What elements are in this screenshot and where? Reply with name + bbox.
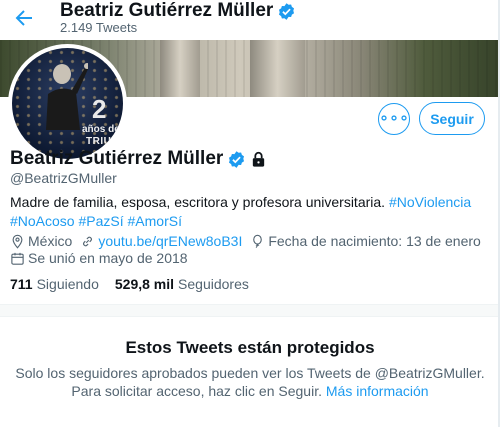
followers-label: Seguidores xyxy=(178,276,249,292)
joined-text: Se unió en mayo de 2018 xyxy=(28,250,188,266)
following-label: Siguiendo xyxy=(36,276,99,292)
more-options-icon: ∘∘∘ xyxy=(378,110,410,127)
back-arrow-icon[interactable] xyxy=(12,6,36,30)
avatar-text-line1: años de xyxy=(82,124,120,135)
bio-text: Madre de familia, esposa, escritora y pr… xyxy=(10,194,386,210)
section-divider xyxy=(0,304,500,317)
profile-bio: Madre de familia, esposa, escritora y pr… xyxy=(10,193,490,231)
profile-name: Beatriz Gutiérrez Müller xyxy=(10,148,224,169)
location-pin-icon xyxy=(12,234,23,249)
avatar-person-graphic xyxy=(46,63,88,130)
profile-url-link[interactable]: youtu.be/qrENew8oB3I xyxy=(98,233,242,249)
link-icon xyxy=(83,236,93,246)
follow-stats: 711 Siguiendo 529,8 mil Seguidores xyxy=(10,276,249,292)
avatar-image: 2 años de TRIUNF xyxy=(12,48,123,159)
location-text: México xyxy=(28,233,73,249)
more-info-link[interactable]: Más información xyxy=(326,383,429,399)
verified-badge-icon xyxy=(279,2,295,20)
banner-trunk xyxy=(160,40,200,97)
banner-trunk xyxy=(250,40,305,97)
following-count: 711 xyxy=(10,276,33,292)
follow-button-label: Seguir xyxy=(430,110,474,127)
joined-row: Se unió en mayo de 2018 xyxy=(10,250,196,266)
bio-hashtag[interactable]: #NoViolencia xyxy=(389,194,471,210)
protected-title: Estos Tweets están protegidos xyxy=(125,338,375,357)
profile-name-row: Beatriz Gutiérrez Müller xyxy=(10,148,267,170)
avatar-text-line2: TRIUNF xyxy=(86,136,123,147)
bio-hashtags[interactable]: #NoAcoso #PazSí #AmorSí xyxy=(10,213,182,229)
calendar-icon xyxy=(11,252,24,265)
birthday-text: Fecha de nacimiento: 13 de enero xyxy=(268,233,481,249)
top-bar: Beatriz Gutiérrez Müller 2.149 Tweets xyxy=(0,0,500,40)
protected-message: Solo los seguidores aprobados pueden ver… xyxy=(12,364,488,400)
header-name: Beatriz Gutiérrez Müller xyxy=(60,0,274,21)
avatar[interactable]: 2 años de TRIUNF xyxy=(8,44,127,163)
followers-stat[interactable]: 529,8 mil Seguidores xyxy=(115,276,249,292)
followers-count: 529,8 mil xyxy=(114,276,175,292)
joined-item: Se unió en mayo de 2018 xyxy=(10,250,188,266)
lock-icon xyxy=(253,151,265,167)
more-options-button[interactable]: ∘∘∘ xyxy=(378,103,410,135)
avatar-number: 2 xyxy=(92,94,107,124)
tweet-count: 2.149 Tweets xyxy=(60,20,138,35)
verified-badge-icon xyxy=(229,150,245,168)
profile-handle: @BeatrizGMuller xyxy=(10,170,117,186)
url-item: youtu.be/qrENew8oB3I xyxy=(80,233,242,249)
balloon-icon xyxy=(253,234,263,248)
birthday-item: Fecha de nacimiento: 13 de enero xyxy=(250,233,481,249)
following-stat[interactable]: 711 Siguiendo xyxy=(10,276,99,292)
profile-meta-row: México youtu.be/qrENew8oB3I Fecha de nac… xyxy=(10,233,489,249)
follow-button[interactable]: Seguir xyxy=(419,102,485,135)
header-name-row: Beatriz Gutiérrez Müller xyxy=(60,0,296,22)
location-item: México xyxy=(10,233,72,249)
